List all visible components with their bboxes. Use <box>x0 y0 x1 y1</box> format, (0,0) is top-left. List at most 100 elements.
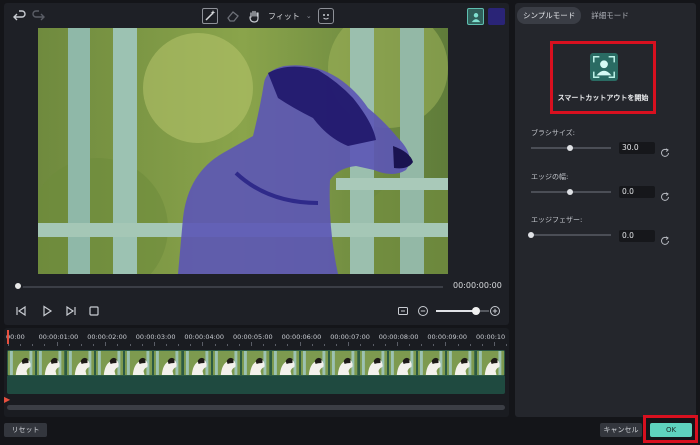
tab-simple-mode[interactable]: シンプルモード <box>517 7 582 24</box>
timecode: 00:00:00:00 <box>453 281 502 290</box>
zoom-fit-select[interactable]: フィット ⌄ <box>268 8 312 24</box>
magic-brush-icon[interactable] <box>202 8 218 24</box>
edge-feather-slider[interactable] <box>528 232 611 238</box>
person-scan-icon <box>590 53 618 81</box>
edge-feather-slider-knob[interactable] <box>528 232 534 238</box>
cancel-button[interactable]: キャンセル <box>600 423 642 437</box>
timeline-ruler[interactable]: 00:00 00:00:01:00 00:00:02:00 00:00:03:00 00… <box>4 332 509 346</box>
video-track-clip[interactable] <box>7 376 505 394</box>
playback-progress-bar[interactable] <box>18 286 443 288</box>
clip-thumbnail <box>242 351 270 375</box>
preview-panel: フィット ⌄ 00:00:00:00 <box>4 3 509 325</box>
aspect-ratio-icon[interactable] <box>396 304 410 318</box>
ruler-tick <box>214 344 216 346</box>
ruler-tick <box>44 344 46 346</box>
preview-toolbar: フィット ⌄ <box>4 3 509 29</box>
play-icon[interactable] <box>40 304 54 318</box>
ruler-label: 00:00:06:00 <box>281 333 322 341</box>
clip-thumbnail <box>476 351 504 375</box>
preview-frame <box>38 28 448 274</box>
overlay-color-swatch[interactable] <box>488 8 505 25</box>
ruler-label: 00:00:04:00 <box>184 333 225 341</box>
ruler-tick <box>105 342 107 346</box>
video-preview[interactable] <box>38 28 448 274</box>
hand-icon[interactable] <box>246 8 262 24</box>
ruler-tick <box>457 344 459 346</box>
reset-button[interactable]: リセット <box>4 423 47 437</box>
zoom-slider-fill <box>436 310 476 312</box>
clip-thumbnail <box>300 351 329 375</box>
ruler-tick <box>226 344 228 346</box>
clip-thumbnail <box>330 351 358 375</box>
brush-size-reset-icon[interactable] <box>660 143 670 157</box>
zoom-slider[interactable] <box>436 307 489 315</box>
ruler-tick <box>372 344 374 346</box>
compare-icon[interactable] <box>318 8 334 24</box>
edge-width-slider-knob[interactable] <box>567 189 574 195</box>
edge-width-reset-icon[interactable] <box>660 187 670 201</box>
edge-feather-label: エッジフェザー: <box>531 216 583 224</box>
chevron-down-icon: ⌄ <box>305 12 312 20</box>
ruler-tick <box>384 344 386 346</box>
clip-thumbnail <box>359 351 387 375</box>
clip-thumbnail <box>447 351 475 375</box>
timeline-playhead[interactable] <box>7 330 9 344</box>
ruler-tick <box>153 342 155 346</box>
zoom-slider-knob[interactable] <box>471 307 480 315</box>
playhead-marker-icon: ▶ <box>4 395 11 404</box>
ruler-tick <box>141 344 143 346</box>
ruler-tick <box>421 344 423 346</box>
ruler-tick <box>348 342 350 346</box>
ruler-tick <box>202 342 204 346</box>
ruler-label: 00:00:09:00 <box>427 333 468 341</box>
smart-cutout-button[interactable]: スマートカットアウトを開始 <box>550 41 656 114</box>
eraser-icon[interactable] <box>225 8 241 24</box>
ruler-tick <box>238 344 240 346</box>
ruler-tick <box>165 344 167 346</box>
edge-feather-reset-icon[interactable] <box>660 231 670 245</box>
ruler-tick <box>68 344 70 346</box>
video-track-thumbnails[interactable] <box>7 350 505 376</box>
brush-size-slider[interactable] <box>531 145 611 151</box>
brush-size-slider-knob[interactable] <box>567 145 574 151</box>
playback-progress-knob[interactable] <box>13 281 23 291</box>
edge-width-label: エッジの幅: <box>531 173 569 181</box>
ruler-tick <box>396 342 398 346</box>
ruler-tick <box>20 344 22 346</box>
previous-frame-icon[interactable] <box>14 304 28 318</box>
edge-feather-input[interactable]: 0.0 <box>619 230 655 242</box>
timeline-scrollbar[interactable] <box>7 405 505 410</box>
ruler-tick <box>275 344 277 346</box>
person-cutout-icon[interactable] <box>467 8 484 25</box>
ruler-tick <box>445 342 447 346</box>
ruler-tick <box>469 344 471 346</box>
ruler-tick <box>494 342 495 346</box>
ok-button[interactable]: OK <box>650 423 692 437</box>
clip-thumbnail <box>37 351 65 375</box>
undo-icon[interactable] <box>12 8 28 24</box>
tab-advanced-mode[interactable]: 詳細モード <box>585 7 635 24</box>
ruler-tick <box>93 344 95 346</box>
ruler-tick <box>56 342 58 346</box>
ruler-label: 00:00:05:00 <box>233 333 273 341</box>
ruler-tick <box>129 344 131 346</box>
clip-thumbnail <box>95 351 124 375</box>
zoom-in-icon[interactable] <box>488 304 502 318</box>
ruler-tick <box>323 344 325 346</box>
ruler-tick <box>360 344 362 346</box>
ruler-tick <box>263 344 265 346</box>
clip-thumbnail <box>213 351 241 375</box>
next-frame-icon[interactable] <box>64 304 78 318</box>
redo-icon[interactable] <box>30 8 46 24</box>
stop-icon[interactable] <box>87 304 101 318</box>
clip-thumbnail <box>388 351 417 375</box>
edge-width-slider[interactable] <box>531 189 611 195</box>
timeline[interactable]: 00:00 00:00:01:00 00:00:02:00 00:00:03:00 00… <box>4 328 509 417</box>
ruler-tick <box>190 344 192 346</box>
edge-width-input[interactable]: 0.0 <box>619 186 655 198</box>
brush-size-input[interactable]: 30.0 <box>619 142 655 154</box>
zoom-out-icon[interactable] <box>416 304 430 318</box>
ruler-tick <box>178 344 180 346</box>
ruler-label: 00:00:03:00 <box>135 333 176 341</box>
ruler-tick <box>287 344 289 346</box>
